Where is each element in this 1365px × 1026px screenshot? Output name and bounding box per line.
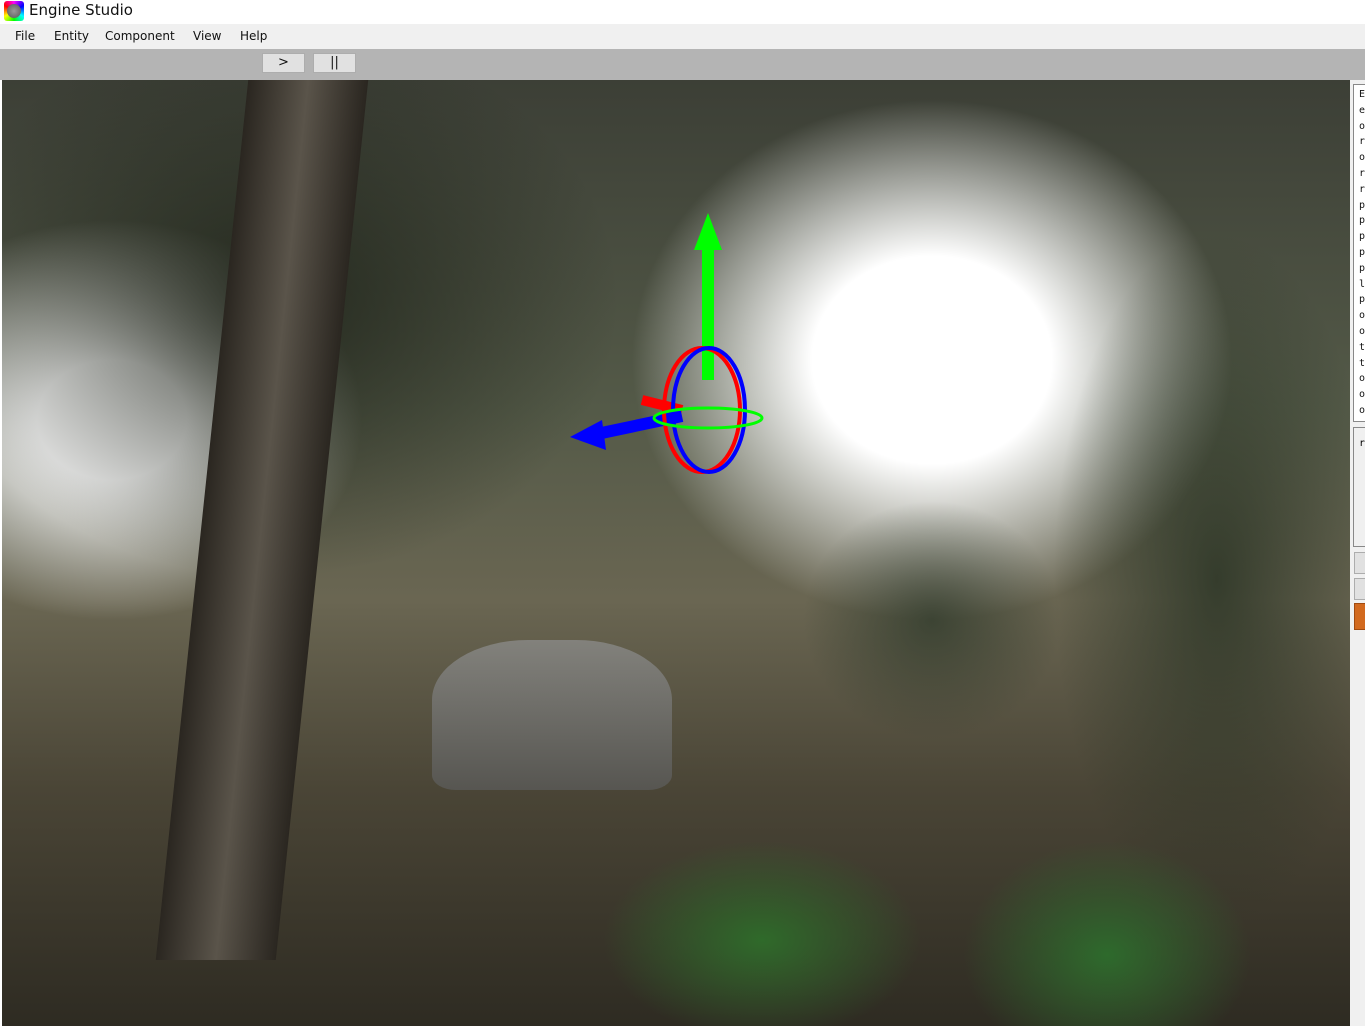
entity-list-item[interactable]: t	[1359, 340, 1365, 356]
entity-list-item[interactable]: o	[1359, 308, 1365, 324]
entity-list-item[interactable]: p	[1359, 261, 1365, 277]
app-icon	[4, 1, 24, 21]
entity-list-item[interactable]: o	[1359, 371, 1365, 387]
side-button-2[interactable]	[1354, 578, 1365, 600]
menu-file[interactable]: File	[15, 29, 35, 43]
property-panel: r	[1353, 427, 1365, 547]
play-button[interactable]: >	[262, 53, 305, 73]
entity-list-item[interactable]: p	[1359, 198, 1365, 214]
entity-list[interactable]: E e o r o r r p p p p p l p o o t t o o …	[1353, 84, 1365, 422]
scene-viewport[interactable]	[2, 80, 1350, 1026]
window-title: Engine Studio	[29, 1, 133, 19]
menu-help[interactable]: Help	[240, 29, 267, 43]
side-button-1[interactable]	[1354, 552, 1365, 574]
entity-list-item[interactable]: e	[1359, 103, 1365, 119]
entity-list-item[interactable]: p	[1359, 213, 1365, 229]
entity-list-item[interactable]: p	[1359, 229, 1365, 245]
toolbar: > ||	[0, 49, 1365, 80]
entity-list-item[interactable]: r	[1359, 166, 1365, 182]
entity-list-item[interactable]: o	[1359, 403, 1365, 419]
pause-button[interactable]: ||	[313, 53, 356, 73]
menu-component[interactable]: Component	[105, 29, 175, 43]
entity-list-item[interactable]: p	[1359, 245, 1365, 261]
side-accent-button[interactable]	[1354, 603, 1365, 630]
plant-left	[602, 840, 922, 1026]
bush-center	[802, 500, 1062, 740]
rocks	[432, 640, 672, 790]
entity-list-item[interactable]: o	[1359, 119, 1365, 135]
entity-list-item[interactable]: o	[1359, 150, 1365, 166]
entity-list-item[interactable]: r	[1359, 134, 1365, 150]
entity-list-item[interactable]: r	[1359, 182, 1365, 198]
title-bar: Engine Studio	[0, 0, 1365, 24]
entity-list-item[interactable]: E	[1359, 87, 1365, 103]
menu-bar: File Entity Component View Help	[0, 24, 1365, 49]
transform-gizmo[interactable]	[562, 210, 782, 500]
entity-list-item[interactable]: p	[1359, 292, 1365, 308]
entity-list-item[interactable]: o	[1359, 324, 1365, 340]
entity-list-item[interactable]: l	[1359, 277, 1365, 293]
menu-entity[interactable]: Entity	[54, 29, 89, 43]
property-label: r	[1359, 438, 1365, 449]
bush-right	[1052, 230, 1350, 930]
menu-view[interactable]: View	[193, 29, 221, 43]
gizmo-y-arrow-icon[interactable]	[694, 213, 722, 250]
gizmo-z-arrow-icon[interactable]	[570, 420, 606, 450]
entity-list-item[interactable]: o	[1359, 387, 1365, 403]
entity-list-item[interactable]: t	[1359, 356, 1365, 372]
